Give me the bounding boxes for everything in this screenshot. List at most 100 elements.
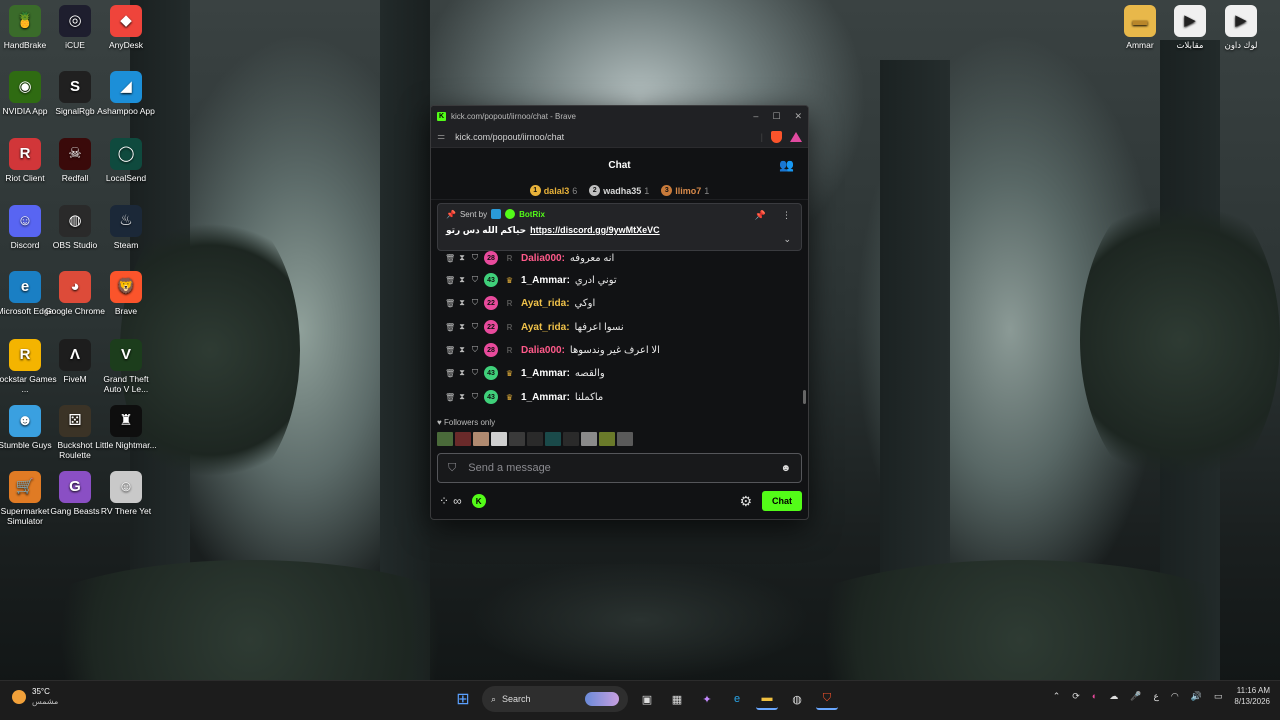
- chat-message[interactable]: 🗑 ⧗ ⛉ 28 R Dalia000: الا اعرف غير وندسوها: [445, 340, 798, 360]
- ban-shield-icon[interactable]: ⛉: [471, 345, 479, 355]
- avatar[interactable]: [509, 432, 525, 446]
- title-bar[interactable]: K kick.com/popout/iirnoo/chat - Brave – …: [431, 106, 808, 126]
- ban-shield-icon[interactable]: ⛉: [471, 253, 479, 263]
- avatar[interactable]: [545, 432, 561, 446]
- desktop-icon[interactable]: ◆ AnyDesk: [94, 5, 158, 50]
- ban-shield-icon[interactable]: ⛉: [471, 368, 479, 378]
- message-input[interactable]: ⛉ Send a message ☻: [437, 453, 802, 483]
- timeout-icon[interactable]: ⧗: [458, 298, 466, 308]
- desktop-icon[interactable]: V Grand Theft Auto V Le...: [94, 339, 158, 394]
- desktop-icon[interactable]: ♨ Steam: [94, 205, 158, 250]
- trash-icon[interactable]: 🗑: [445, 393, 455, 402]
- close-icon[interactable]: ✕: [794, 111, 802, 122]
- avatar[interactable]: [527, 432, 543, 446]
- chat-message[interactable]: 🗑 ⧗ ⛉ 28 R Dalia000: انه معروفه: [445, 248, 798, 268]
- trash-icon[interactable]: 🗑: [445, 276, 455, 285]
- minimize-icon[interactable]: –: [753, 111, 758, 122]
- avatar[interactable]: [455, 432, 471, 446]
- obs-icon[interactable]: ◍: [786, 688, 808, 710]
- username[interactable]: 1_Ammar:: [521, 275, 570, 286]
- kick-icon[interactable]: K: [471, 494, 486, 508]
- ban-shield-icon[interactable]: ⛉: [471, 298, 479, 308]
- chat-message[interactable]: 🗑 ⧗ ⛉ 43 ♛ 1_Ammar: توني ادري: [445, 270, 798, 290]
- wifi-icon[interactable]: ◠: [1171, 691, 1179, 702]
- scrollbar[interactable]: [803, 390, 806, 404]
- timeout-icon[interactable]: ⧗: [458, 345, 466, 355]
- microphone-icon[interactable]: 🎤: [1130, 691, 1141, 702]
- trash-icon[interactable]: 🗑: [445, 346, 455, 355]
- avatar[interactable]: [491, 432, 507, 446]
- avatar[interactable]: [599, 432, 615, 446]
- battery-icon[interactable]: ▭: [1214, 691, 1223, 702]
- sync-icon[interactable]: ⟳: [1072, 691, 1080, 702]
- task-view-icon[interactable]: ▣: [636, 688, 658, 710]
- store-icon[interactable]: ▦: [666, 688, 688, 710]
- username[interactable]: 1_Ammar:: [521, 368, 570, 379]
- brave-shields-icon[interactable]: [771, 130, 782, 143]
- chat-message[interactable]: 🗑 ⧗ ⛉ 22 R Ayat_rida: نسوا اعرفها: [445, 317, 798, 337]
- leader-2[interactable]: 2 wadha35 1: [589, 185, 649, 196]
- unpin-icon[interactable]: 📌: [755, 210, 766, 221]
- leader-3[interactable]: 3 llimo7 1: [661, 185, 709, 196]
- address-bar[interactable]: ⚌ kick.com/popout/iirnoo/chat |: [431, 126, 808, 148]
- message-placeholder[interactable]: Send a message: [468, 462, 551, 474]
- desktop-icon[interactable]: ◯ LocalSend: [94, 138, 158, 183]
- trash-icon[interactable]: 🗑: [445, 299, 455, 308]
- avatar[interactable]: [437, 432, 453, 446]
- brave-rewards-icon[interactable]: [790, 131, 802, 142]
- desktop-icon[interactable]: 🦁 Brave: [94, 271, 158, 316]
- site-settings-icon[interactable]: ⚌: [437, 131, 445, 142]
- chat-message[interactable]: 🗑 ⧗ ⛉ 43 ♛ 1_Ammar: والقصه: [445, 363, 798, 383]
- infinity-label[interactable]: ∞: [453, 494, 462, 508]
- desktop-icon[interactable]: ☺ RV There Yet: [94, 471, 158, 516]
- ban-shield-icon[interactable]: ⛉: [471, 322, 479, 332]
- username[interactable]: Ayat_rida:: [521, 298, 570, 309]
- url-text[interactable]: kick.com/popout/iirnoo/chat: [455, 132, 564, 142]
- ban-shield-icon[interactable]: ⛉: [471, 275, 479, 285]
- timeout-icon[interactable]: ⧗: [458, 368, 466, 378]
- clock[interactable]: 11:16 AM 8/13/2026: [1234, 685, 1270, 707]
- more-options-icon[interactable]: ⋮: [782, 210, 791, 221]
- timeout-icon[interactable]: ⧗: [458, 275, 466, 285]
- avatar[interactable]: [473, 432, 489, 446]
- trash-icon[interactable]: 🗑: [445, 323, 455, 332]
- bot-name[interactable]: BotRix: [519, 210, 545, 219]
- trash-icon[interactable]: 🗑: [445, 369, 455, 378]
- username[interactable]: Dalia000:: [521, 345, 565, 356]
- chat-messages[interactable]: 📌 Sent by BotRix حياكم الله دس رتو https…: [431, 200, 808, 416]
- avatar[interactable]: [617, 432, 633, 446]
- chat-message[interactable]: 🗑 ⧗ ⛉ 43 ♛ 1_Ammar: ماكملنا: [445, 387, 798, 407]
- trash-icon[interactable]: 🗑: [445, 254, 455, 263]
- language-indicator[interactable]: ع: [1153, 691, 1158, 702]
- weather-widget[interactable]: 35°C مشمس: [12, 687, 58, 707]
- brave-icon[interactable]: ⛉: [816, 688, 838, 710]
- chat-send-button[interactable]: Chat: [762, 491, 802, 511]
- cloud-icon[interactable]: ☁: [1109, 691, 1118, 702]
- avatar[interactable]: [563, 432, 579, 446]
- username[interactable]: 1_Ammar:: [521, 392, 570, 403]
- pinned-link[interactable]: https://discord.gg/9ywMtXeVC: [530, 225, 660, 236]
- chevron-down-icon[interactable]: ⌄: [783, 234, 791, 245]
- username[interactable]: Ayat_rida:: [521, 322, 570, 333]
- timeout-icon[interactable]: ⧗: [458, 392, 466, 402]
- pinned-message[interactable]: 📌 Sent by BotRix حياكم الله دس رتو https…: [437, 203, 802, 251]
- emoji-icon[interactable]: ☻: [780, 463, 791, 474]
- gear-icon[interactable]: ⚙: [739, 493, 752, 510]
- app-tray-icon[interactable]: ◐: [1092, 691, 1097, 701]
- desktop-icon[interactable]: ▶ لوك داون: [1209, 5, 1273, 50]
- maximize-icon[interactable]: ☐: [772, 111, 780, 122]
- avatar[interactable]: [581, 432, 597, 446]
- desktop-icon[interactable]: ◢ Ashampoo App: [94, 71, 158, 116]
- points-icon[interactable]: ⁘: [439, 494, 449, 508]
- desktop-icon[interactable]: ♜ Little Nightmar...: [94, 405, 158, 450]
- chat-message[interactable]: 🗑 ⧗ ⛉ 22 R Ayat_rida: اوكي: [445, 293, 798, 313]
- timeout-icon[interactable]: ⧗: [458, 253, 466, 263]
- edge-icon[interactable]: e: [726, 688, 748, 710]
- ban-shield-icon[interactable]: ⛉: [471, 392, 479, 402]
- start-icon[interactable]: ⊞: [452, 688, 474, 710]
- leader-1[interactable]: 1 dalal3 6: [529, 185, 577, 196]
- taskbar-search[interactable]: ⌕ Search: [482, 686, 628, 712]
- copilot-icon[interactable]: ✦: [696, 688, 718, 710]
- username[interactable]: Dalia000:: [521, 253, 565, 264]
- volume-icon[interactable]: 🔊: [1191, 691, 1202, 702]
